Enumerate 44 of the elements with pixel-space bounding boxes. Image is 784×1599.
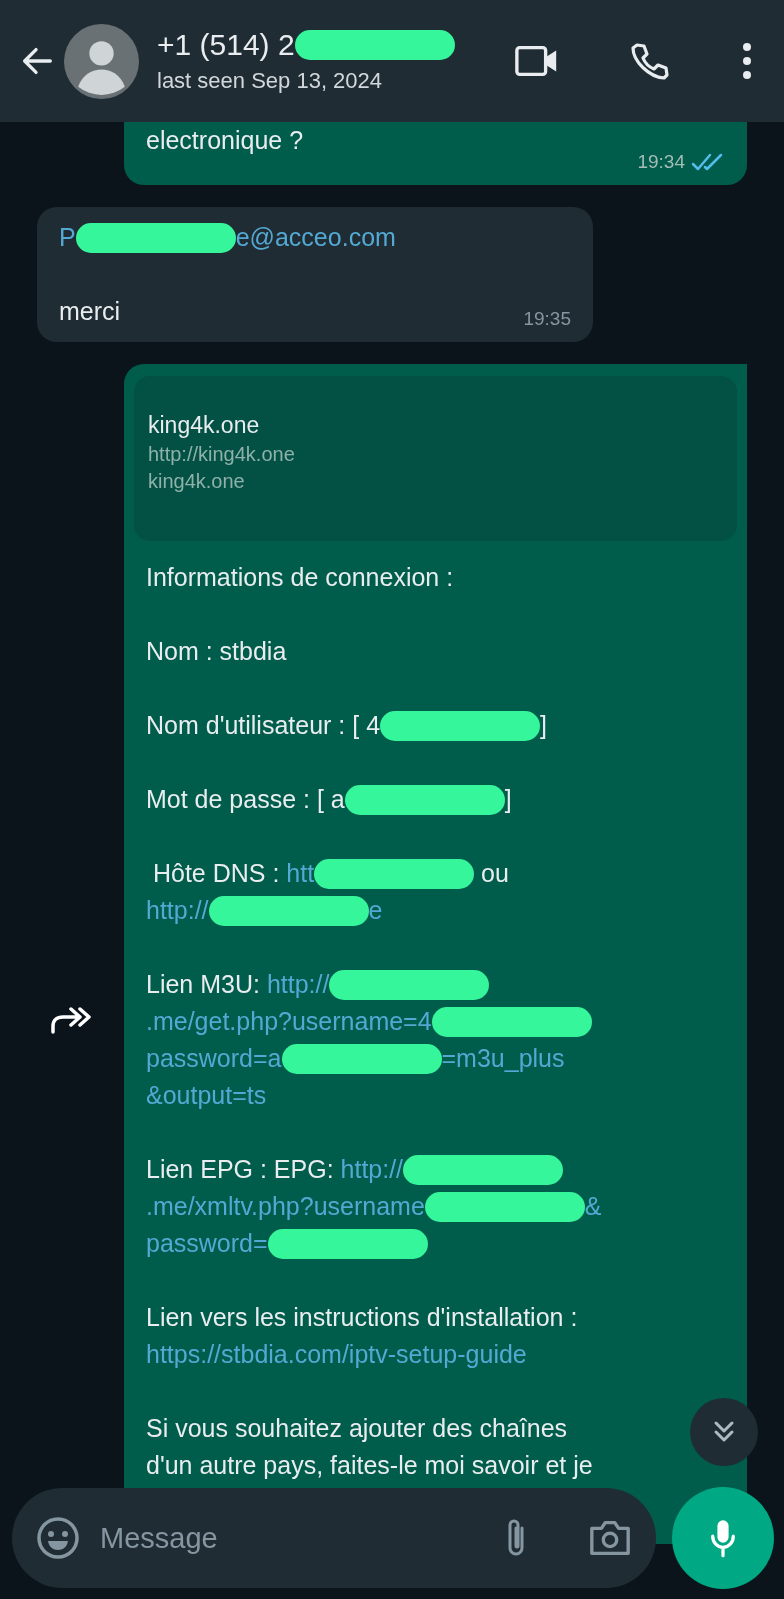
message-text: Lien EPG : EPG: xyxy=(146,1154,335,1185)
message-text: Nom d'utilisateur : [ 4 xyxy=(146,710,381,741)
message-link[interactable]: password=a xyxy=(146,1040,282,1077)
link-preview-card[interactable]: king4k.one http://king4k.one king4k.one xyxy=(134,376,737,541)
message-link[interactable]: &output=ts xyxy=(146,1077,267,1114)
contact-name[interactable]: +1 (514) 2 xyxy=(157,28,295,62)
message-text: Lien vers les instructions d'installation : xyxy=(146,1302,578,1333)
message-text: Mot de passe : [ a xyxy=(146,784,345,815)
message-link[interactable]: https://stbdia.com/iptv-setup-guide xyxy=(146,1336,527,1373)
message-text: Si vous souhaitez ajouter des chaînes xyxy=(146,1413,568,1444)
message-link[interactable]: =m3u_plus xyxy=(441,1040,565,1077)
message-time: 19:34 xyxy=(637,151,685,173)
last-seen-status: last seen Sep 13, 2024 xyxy=(157,68,384,94)
message-text: ou xyxy=(480,858,509,889)
message-text: electronique ? xyxy=(146,125,304,156)
message-link[interactable]: .me/xmltv.php?username xyxy=(146,1188,425,1225)
message-link[interactable]: htt xyxy=(286,855,315,892)
message-link[interactable]: P xyxy=(59,219,76,256)
message-field[interactable]: Message xyxy=(98,1520,502,1556)
message-link[interactable]: http:// xyxy=(146,892,209,929)
microphone-icon xyxy=(709,1517,737,1559)
message-time: 19:35 xyxy=(523,308,571,330)
message-text: ] xyxy=(540,710,547,741)
message-text: d'un autre pays, faites-le moi savoir et je xyxy=(146,1450,593,1481)
forward-icon[interactable] xyxy=(49,1004,93,1036)
more-options-icon[interactable] xyxy=(742,41,752,81)
message-text: Lien M3U: xyxy=(146,969,261,1000)
emoji-icon[interactable] xyxy=(36,1516,80,1560)
message-text: ] xyxy=(504,784,512,815)
message-text: Informations de connexion : xyxy=(146,562,454,593)
message-text: Nom : stbdia xyxy=(146,636,287,667)
message-link[interactable]: .me/get.php?username=4 xyxy=(146,1003,432,1040)
message-link[interactable]: password= xyxy=(146,1225,268,1262)
preview-title: king4k.one xyxy=(148,412,260,439)
message-link[interactable]: e@acceo.com xyxy=(235,219,396,256)
preview-url: http://king4k.one xyxy=(148,443,295,466)
preview-domain: king4k.one xyxy=(148,470,245,493)
message-link[interactable]: http:// xyxy=(340,1151,404,1188)
message-link[interactable]: http:// xyxy=(266,966,330,1003)
avatar-icon[interactable] xyxy=(64,23,139,99)
message-text: merci xyxy=(59,296,121,327)
message-link[interactable]: e xyxy=(368,892,383,929)
message-link[interactable]: & xyxy=(584,1188,602,1225)
message-text: Hôte DNS : xyxy=(151,858,281,889)
